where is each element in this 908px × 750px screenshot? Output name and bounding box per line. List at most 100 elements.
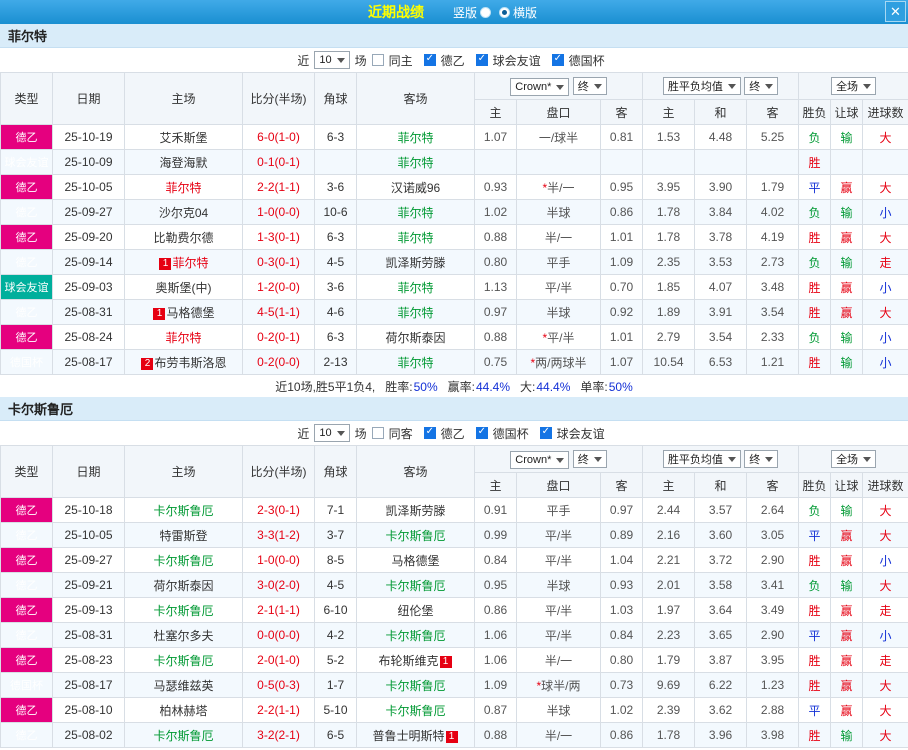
vertical-layout-label: 竖版 — [452, 5, 477, 20]
away-team[interactable]: 布轮斯维克 1 — [356, 647, 475, 673]
home-team[interactable]: 卡尔斯鲁厄 — [124, 722, 243, 748]
home-team[interactable]: 荷尔斯泰因 — [124, 572, 243, 598]
match-date: 25-08-24 — [52, 324, 125, 350]
match-row: 球会友谊 25-09-03 奥斯堡(中) 1-2(0-0) 3-6 菲尔特 1.13 平/半 0… — [0, 274, 908, 300]
bookmaker-select[interactable]: Crown* — [510, 77, 570, 96]
home-team[interactable]: 特雷斯登 — [124, 522, 243, 548]
home-team[interactable]: 菲尔特 — [124, 324, 243, 350]
euro-away-odds: 2.90 — [746, 622, 800, 648]
col-corner: 角球 — [314, 72, 357, 125]
asian-away-odds: 1.01 — [599, 324, 644, 350]
away-team[interactable]: 纽伦堡 — [356, 597, 475, 623]
away-team[interactable]: 卡尔斯鲁厄 — [356, 622, 475, 648]
home-team[interactable]: 卡尔斯鲁厄 — [124, 647, 243, 673]
away-team[interactable]: 马格德堡 — [356, 547, 475, 573]
away-team[interactable]: 菲尔特 — [356, 124, 475, 150]
close-icon[interactable]: ✕ — [885, 1, 906, 22]
win-draw-lose-result: 胜 — [798, 647, 832, 673]
match-count-select[interactable]: 10 — [314, 424, 350, 442]
friendly-checkbox[interactable] — [539, 426, 552, 439]
col-goals: 进球数 — [862, 99, 908, 125]
asian-handicap-line: 平/半 — [516, 522, 601, 548]
league-type-badge: 德乙 — [0, 572, 53, 598]
same-home-checkbox[interactable] — [371, 54, 384, 66]
home-team[interactable]: 艾禾斯堡 — [124, 124, 243, 150]
home-team[interactable]: 马瑟维兹英 — [124, 672, 243, 698]
home-team[interactable]: 1 马格德堡 — [124, 299, 243, 325]
asian-home-odds: 0.99 — [474, 522, 517, 548]
chevron-down-icon — [765, 457, 774, 466]
home-team[interactable]: 海登海默 — [124, 149, 243, 175]
away-team[interactable]: 菲尔特 — [356, 299, 475, 325]
bookmaker-select[interactable]: Crown* — [510, 450, 570, 469]
asian-home-odds: 0.87 — [474, 697, 517, 723]
away-team[interactable]: 凯泽斯劳滕 — [356, 249, 475, 275]
odds-time-select-2[interactable]: 终 — [744, 450, 779, 468]
away-team[interactable]: 汉诺威96 — [356, 174, 475, 200]
friendly-checkbox[interactable] — [475, 53, 488, 66]
away-team[interactable]: 卡尔斯鲁厄 — [356, 522, 475, 548]
home-team[interactable]: 沙尔克04 — [124, 199, 243, 225]
col-asia-away: 客 — [599, 99, 644, 125]
home-team[interactable]: 杜塞尔多夫 — [124, 622, 243, 648]
home-team[interactable]: 柏林赫塔 — [124, 697, 243, 723]
corner-score: 3-7 — [314, 522, 357, 548]
away-team[interactable]: 卡尔斯鲁厄 — [356, 672, 475, 698]
col-handicap: 让球 — [830, 472, 864, 498]
match-date: 25-10-19 — [52, 124, 125, 150]
home-team[interactable]: 奥斯堡(中) — [124, 274, 243, 300]
euro-home-odds: 1.78 — [642, 224, 696, 250]
odds-time-select[interactable]: 终 — [572, 449, 607, 468]
away-team[interactable]: 菲尔特 — [356, 199, 475, 225]
odds-time-select-2[interactable]: 终 — [744, 77, 779, 95]
match-date: 25-08-02 — [52, 722, 125, 748]
odds-time-select[interactable]: 终 — [572, 76, 607, 95]
euro-home-odds: 10.54 — [642, 349, 696, 375]
home-team[interactable]: 卡尔斯鲁厄 — [124, 597, 243, 623]
home-team[interactable]: 卡尔斯鲁厄 — [124, 547, 243, 573]
scope-select[interactable]: 全场 — [831, 77, 877, 95]
away-team[interactable]: 菲尔特 — [356, 224, 475, 250]
league2-checkbox[interactable] — [423, 53, 436, 66]
col-away: 客场 — [356, 72, 475, 125]
away-team[interactable]: 荷尔斯泰因 — [356, 324, 475, 350]
away-team[interactable]: 卡尔斯鲁厄 — [356, 697, 475, 723]
match-count-select[interactable]: 10 — [314, 51, 350, 69]
horizontal-layout-radio[interactable] — [499, 6, 510, 18]
away-team[interactable]: 菲尔特 — [356, 349, 475, 375]
home-team[interactable]: 比勒费尔德 — [124, 224, 243, 250]
league2-checkbox[interactable] — [423, 426, 436, 439]
home-team-filterbar: 近 10 场 同主 德乙 球会友谊 德国杯 — [0, 48, 908, 72]
win-draw-lose-result: 胜 — [798, 349, 832, 375]
home-team[interactable]: 1 菲尔特 — [124, 249, 243, 275]
league-type-badge: 德乙 — [0, 124, 53, 150]
home-team[interactable]: 菲尔特 — [124, 174, 243, 200]
col-corner: 角球 — [314, 445, 357, 498]
metric-select[interactable]: 胜平负均值 — [662, 450, 741, 468]
home-team[interactable]: 2 布劳韦斯洛恩 — [124, 349, 243, 375]
asian-home-odds: 0.84 — [474, 547, 517, 573]
home-team[interactable]: 卡尔斯鲁厄 — [124, 497, 243, 523]
same-away-checkbox[interactable] — [371, 427, 384, 439]
cup-checkbox[interactable] — [551, 53, 564, 66]
corner-score: 4-5 — [314, 572, 357, 598]
win-draw-lose-result: 胜 — [798, 149, 832, 175]
vertical-layout-radio[interactable] — [480, 6, 491, 18]
match-row: 德乙 25-09-21 荷尔斯泰因 3-0(2-0) 4-5 卡尔斯鲁厄 0.95 半球 0.9… — [0, 572, 908, 598]
win-draw-lose-result: 负 — [798, 124, 832, 150]
away-team[interactable]: 菲尔特 — [356, 149, 475, 175]
euro-away-odds: 5.25 — [746, 124, 800, 150]
metric-select[interactable]: 胜平负均值 — [662, 77, 741, 95]
scope-select[interactable]: 全场 — [831, 450, 877, 468]
match-score: 0-1(0-1) — [242, 149, 315, 175]
away-team[interactable]: 卡尔斯鲁厄 — [356, 572, 475, 598]
asian-handicap-line: *两/两球半 — [516, 349, 601, 375]
cup-checkbox[interactable] — [475, 426, 488, 439]
asian-handicap-line: *半/一 — [516, 174, 601, 200]
scope-group: 全场 — [798, 72, 908, 100]
away-team[interactable]: 凯泽斯劳滕 — [356, 497, 475, 523]
away-team[interactable]: 普鲁士明斯特 1 — [356, 722, 475, 748]
handicap-result: 输 — [830, 199, 864, 225]
corner-score: 4-6 — [314, 299, 357, 325]
away-team[interactable]: 菲尔特 — [356, 274, 475, 300]
